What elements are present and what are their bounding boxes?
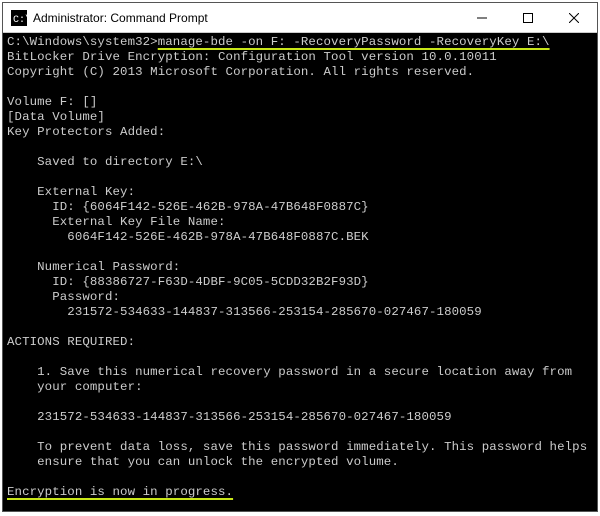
svg-text:C:\: C:\ xyxy=(13,14,27,26)
window-title: Administrator: Command Prompt xyxy=(33,11,459,25)
entered-command: manage-bde -on F: -RecoveryPassword -Rec… xyxy=(158,35,550,49)
output-line: Copyright (C) 2013 Microsoft Corporation… xyxy=(7,65,474,79)
title-bar[interactable]: C:\ Administrator: Command Prompt xyxy=(3,3,597,33)
close-button[interactable] xyxy=(551,3,597,32)
status-line: Encryption is now in progress. xyxy=(7,485,233,499)
terminal-output[interactable]: C:\Windows\system32>manage-bde -on F: -R… xyxy=(3,33,597,511)
cmd-icon: C:\ xyxy=(11,10,27,26)
output-line: Password: xyxy=(7,290,120,304)
prompt-path: C:\Windows\system32> xyxy=(7,35,158,49)
output-line: 6064F142-526E-462B-978A-47B648F0887C.BEK xyxy=(7,230,369,244)
maximize-button[interactable] xyxy=(505,3,551,32)
output-line: 231572-534633-144837-313566-253154-28567… xyxy=(7,410,452,424)
output-line: ACTIONS REQUIRED: xyxy=(7,335,135,349)
minimize-button[interactable] xyxy=(459,3,505,32)
output-line: Key Protectors Added: xyxy=(7,125,165,139)
output-line: Saved to directory E:\ xyxy=(7,155,203,169)
output-line: BitLocker Drive Encryption: Configuratio… xyxy=(7,50,497,64)
output-line: Volume F: [] xyxy=(7,95,97,109)
command-prompt-window: C:\ Administrator: Command Prompt C:\Win… xyxy=(2,2,598,512)
output-line: To prevent data loss, save this password… xyxy=(7,440,587,454)
output-line: Numerical Password: xyxy=(7,260,180,274)
output-line: ensure that you can unlock the encrypted… xyxy=(7,455,399,469)
output-line: ID: {88386727-F63D-4DBF-9C05-5CDD32B2F93… xyxy=(7,275,369,289)
output-line: External Key: xyxy=(7,185,135,199)
output-line: 1. Save this numerical recovery password… xyxy=(7,365,572,379)
output-line: External Key File Name: xyxy=(7,215,226,229)
window-controls xyxy=(459,3,597,32)
output-line: 231572-534633-144837-313566-253154-28567… xyxy=(7,305,482,319)
output-line: ID: {6064F142-526E-462B-978A-47B648F0887… xyxy=(7,200,369,214)
output-line: [Data Volume] xyxy=(7,110,105,124)
output-line: your computer: xyxy=(7,380,143,394)
